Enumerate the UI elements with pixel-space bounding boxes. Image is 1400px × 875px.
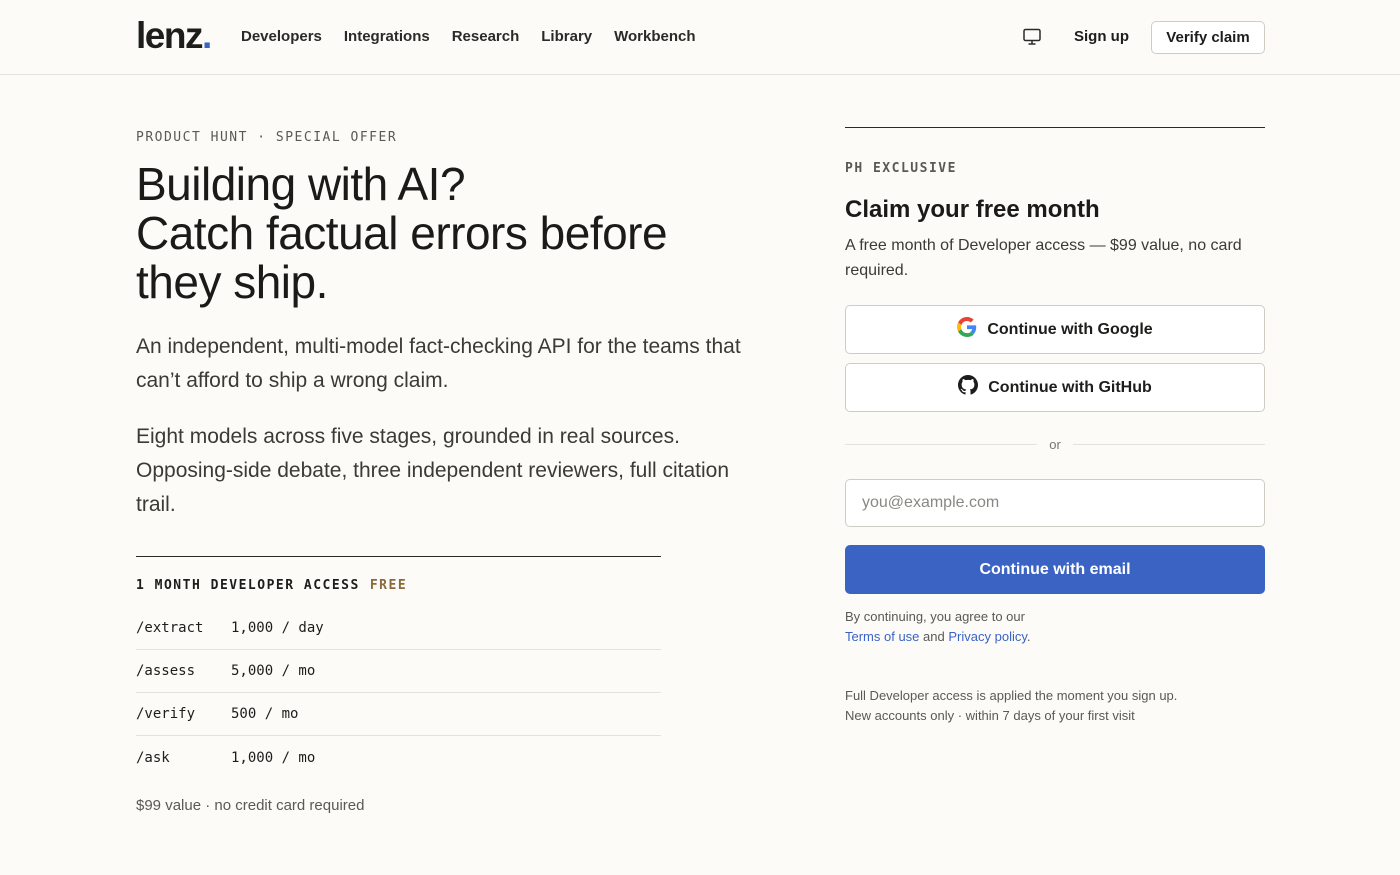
nav-link-workbench[interactable]: Workbench xyxy=(614,28,695,46)
github-icon xyxy=(958,375,979,400)
claim-description: A free month of Developer access — $99 v… xyxy=(845,237,1242,279)
endpoint-name: /assess xyxy=(136,663,196,679)
email-input[interactable] xyxy=(845,479,1265,527)
privacy-policy-link[interactable]: Privacy policy xyxy=(948,629,1027,644)
monitor-icon[interactable] xyxy=(1022,27,1042,47)
nav-link-library[interactable]: Library xyxy=(541,28,592,46)
endpoint-quota: 1,000 / mo xyxy=(231,749,316,766)
hero-eyebrow: PRODUCT HUNT · SPECIAL OFFER xyxy=(136,130,398,145)
top-nav: lenz. Developers Integrations Research L… xyxy=(0,0,1400,75)
access-title-text: 1 MONTH DEVELOPER ACCESS xyxy=(136,578,360,593)
value-note: $99 value · no credit card required xyxy=(136,797,365,814)
divider-line xyxy=(1072,444,1265,445)
table-row: /verify 500 / mo xyxy=(136,693,661,736)
endpoint-name: /ask xyxy=(136,749,170,766)
hero-title-line-1: Building with AI? xyxy=(136,158,466,210)
terms-notice: By continuing, you agree to our Terms of… xyxy=(845,607,1031,647)
continue-with-email-button[interactable]: Continue with email xyxy=(845,545,1265,594)
claim-title: Claim your free month xyxy=(845,196,1100,223)
logo-dot: . xyxy=(201,15,212,56)
google-button-label: Continue with Google xyxy=(987,320,1153,338)
sign-up-link[interactable]: Sign up xyxy=(1074,28,1129,46)
nav-link-research[interactable]: Research xyxy=(452,28,520,46)
endpoint-name: /extract xyxy=(136,620,204,636)
table-row: /ask 1,000 / mo xyxy=(136,736,661,779)
hero-title: Building with AI? Catch factual errors b… xyxy=(136,160,776,307)
fine-print-line-2: New accounts only · within 7 days of you… xyxy=(845,708,1135,723)
divider-line xyxy=(845,444,1038,445)
fine-print: Full Developer access is applied the mom… xyxy=(845,686,1177,726)
logo[interactable]: lenz. xyxy=(136,15,212,56)
hero-lead-1: An independent, multi-model fact-checkin… xyxy=(136,335,741,392)
terms-and: and xyxy=(923,629,945,644)
google-icon xyxy=(957,317,977,342)
logo-text: lenz xyxy=(136,15,203,56)
nav-link-integrations[interactable]: Integrations xyxy=(344,28,430,46)
or-divider: or xyxy=(845,437,1265,452)
terms-of-use-link[interactable]: Terms of use xyxy=(845,629,919,644)
nav-link-developers[interactable]: Developers xyxy=(241,28,322,46)
continue-with-github-button[interactable]: Continue with GitHub xyxy=(845,363,1265,412)
table-row: /assess 5,000 / mo xyxy=(136,650,661,693)
developer-access-section: 1 MONTH DEVELOPER ACCESS FREE /extract 1,… xyxy=(136,556,661,779)
verify-claim-button[interactable]: Verify claim xyxy=(1151,21,1265,54)
hero-title-line-2: Catch factual errors before xyxy=(136,207,668,259)
free-badge: FREE xyxy=(369,578,408,593)
table-row: /extract 1,000 / day xyxy=(136,607,661,650)
endpoint-quota: 500 / mo xyxy=(231,706,299,722)
continue-with-google-button[interactable]: Continue with Google xyxy=(845,305,1265,354)
quota-table: /extract 1,000 / day /assess 5,000 / mo … xyxy=(136,607,661,779)
terms-prefix: By continuing, you agree to our xyxy=(845,609,1025,624)
access-title: 1 MONTH DEVELOPER ACCESS FREE xyxy=(136,578,661,593)
divider-label: or xyxy=(1049,437,1061,452)
terms-suffix: . xyxy=(1026,629,1031,644)
endpoint-quota: 5,000 / mo xyxy=(231,663,316,679)
endpoint-name: /verify xyxy=(136,706,196,722)
nav-links: Developers Integrations Research Library… xyxy=(241,28,696,46)
github-button-label: Continue with GitHub xyxy=(988,378,1152,396)
endpoint-quota: 1,000 / day xyxy=(231,620,324,636)
panel-eyebrow: PH EXCLUSIVE xyxy=(845,161,957,176)
claim-panel: PH EXCLUSIVE Claim your free month A fre… xyxy=(845,127,1265,723)
hero-lead-2: Eight models across five stages, grounde… xyxy=(136,425,730,516)
hero-title-line-3: they ship. xyxy=(136,256,328,308)
fine-print-line-1: Full Developer access is applied the mom… xyxy=(845,688,1178,703)
